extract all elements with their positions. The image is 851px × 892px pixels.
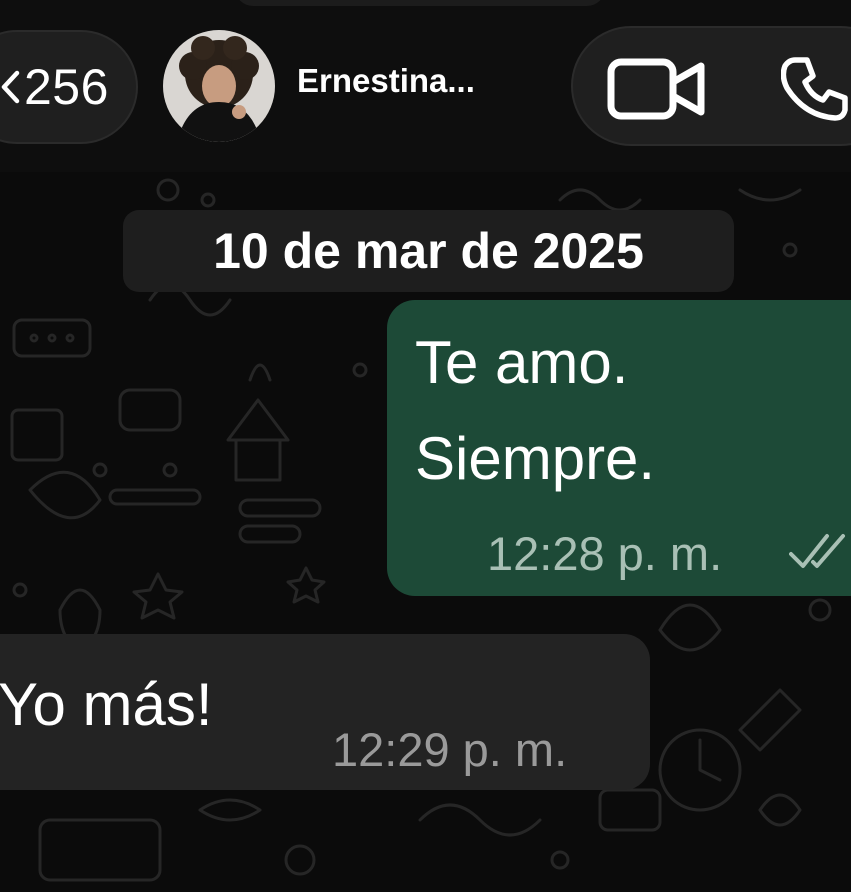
video-camera-icon[interactable] [607, 58, 707, 120]
phone-icon[interactable] [781, 54, 851, 124]
message-text-line: Te amo. [415, 329, 629, 396]
date-separator: 10 de mar de 2025 [123, 210, 734, 292]
unread-count: 256 [24, 59, 109, 115]
avatar[interactable] [163, 30, 275, 142]
chat-screen: 256 Ernestina... 10 de mar de 2025 Te am… [0, 0, 851, 892]
outgoing-message-bubble[interactable]: Te amo. Siempre. 12:28 p. m. [387, 300, 851, 596]
call-actions [571, 26, 851, 146]
contact-name[interactable]: Ernestina... [297, 62, 475, 100]
chevron-left-icon [1, 70, 20, 104]
message-timestamp: 12:28 p. m. [487, 527, 723, 580]
message-text-line: Yo más! [0, 671, 213, 738]
chat-header: 256 Ernestina... [0, 0, 851, 172]
double-check-icon [789, 534, 845, 568]
message-timestamp: 12:29 p. m. [332, 723, 568, 776]
message-text-line: Siempre. [415, 425, 656, 492]
status-notch [235, 0, 605, 6]
incoming-message-bubble[interactable]: Yo más! 12:29 p. m. [0, 634, 650, 790]
back-button[interactable]: 256 [0, 30, 138, 144]
